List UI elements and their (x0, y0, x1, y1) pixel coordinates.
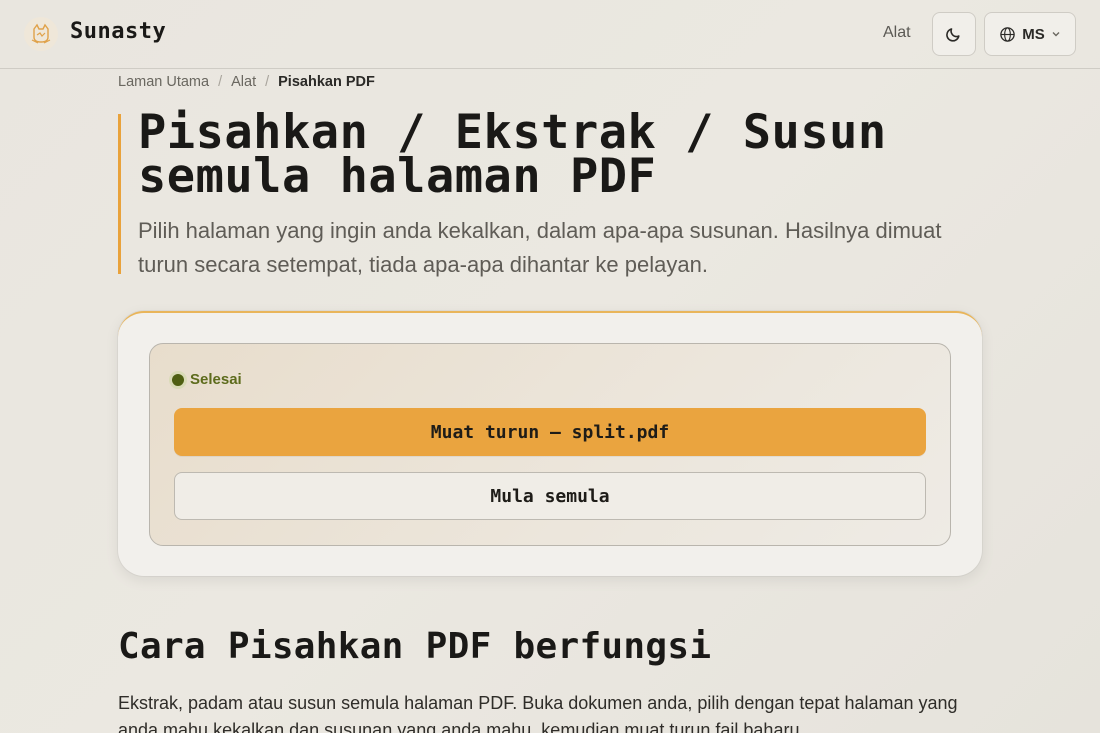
breadcrumb-separator: / (265, 74, 270, 90)
top-header: Sunasty Alat MS (0, 0, 1100, 69)
section-title: Cara Pisahkan PDF berfungsi (118, 626, 712, 667)
result-panel: Selesai Muat turun — split.pdf Mula semu… (149, 343, 951, 546)
chevron-down-icon (1052, 32, 1060, 37)
language-selector[interactable]: MS (984, 12, 1076, 56)
status-dot-icon (172, 373, 184, 386)
status-badge: Selesai (172, 371, 242, 388)
brand-name[interactable]: Sunasty (70, 19, 166, 44)
nav-tools-link[interactable]: Alat (883, 24, 911, 42)
breadcrumb-home[interactable]: Laman Utama (118, 74, 209, 90)
language-label: MS (1022, 25, 1045, 43)
page-subtitle: Pilih halaman yang ingin anda kekalkan, … (138, 218, 942, 277)
moon-icon (946, 28, 960, 42)
page-title: Pisahkan / Ekstrak / Susun semula halama… (138, 105, 887, 204)
section-body: Ekstrak, padam atau susun semula halaman… (118, 693, 958, 733)
theme-toggle-button[interactable] (932, 12, 976, 56)
download-button[interactable]: Muat turun — split.pdf (174, 408, 926, 456)
breadcrumb-current: Pisahkan PDF (278, 74, 375, 90)
logo-icon[interactable] (24, 17, 58, 51)
breadcrumb: Laman Utama / Alat / Pisahkan PDF (118, 74, 375, 90)
hero-section: Pisahkan / Ekstrak / Susun semula halama… (118, 105, 978, 277)
breadcrumb-separator: / (218, 74, 223, 90)
globe-icon (1000, 26, 1016, 42)
status-label: Selesai (190, 371, 242, 388)
tool-card: Selesai Muat turun — split.pdf Mula semu… (118, 311, 982, 576)
breadcrumb-tools[interactable]: Alat (231, 74, 256, 90)
restart-button[interactable]: Mula semula (174, 472, 926, 520)
